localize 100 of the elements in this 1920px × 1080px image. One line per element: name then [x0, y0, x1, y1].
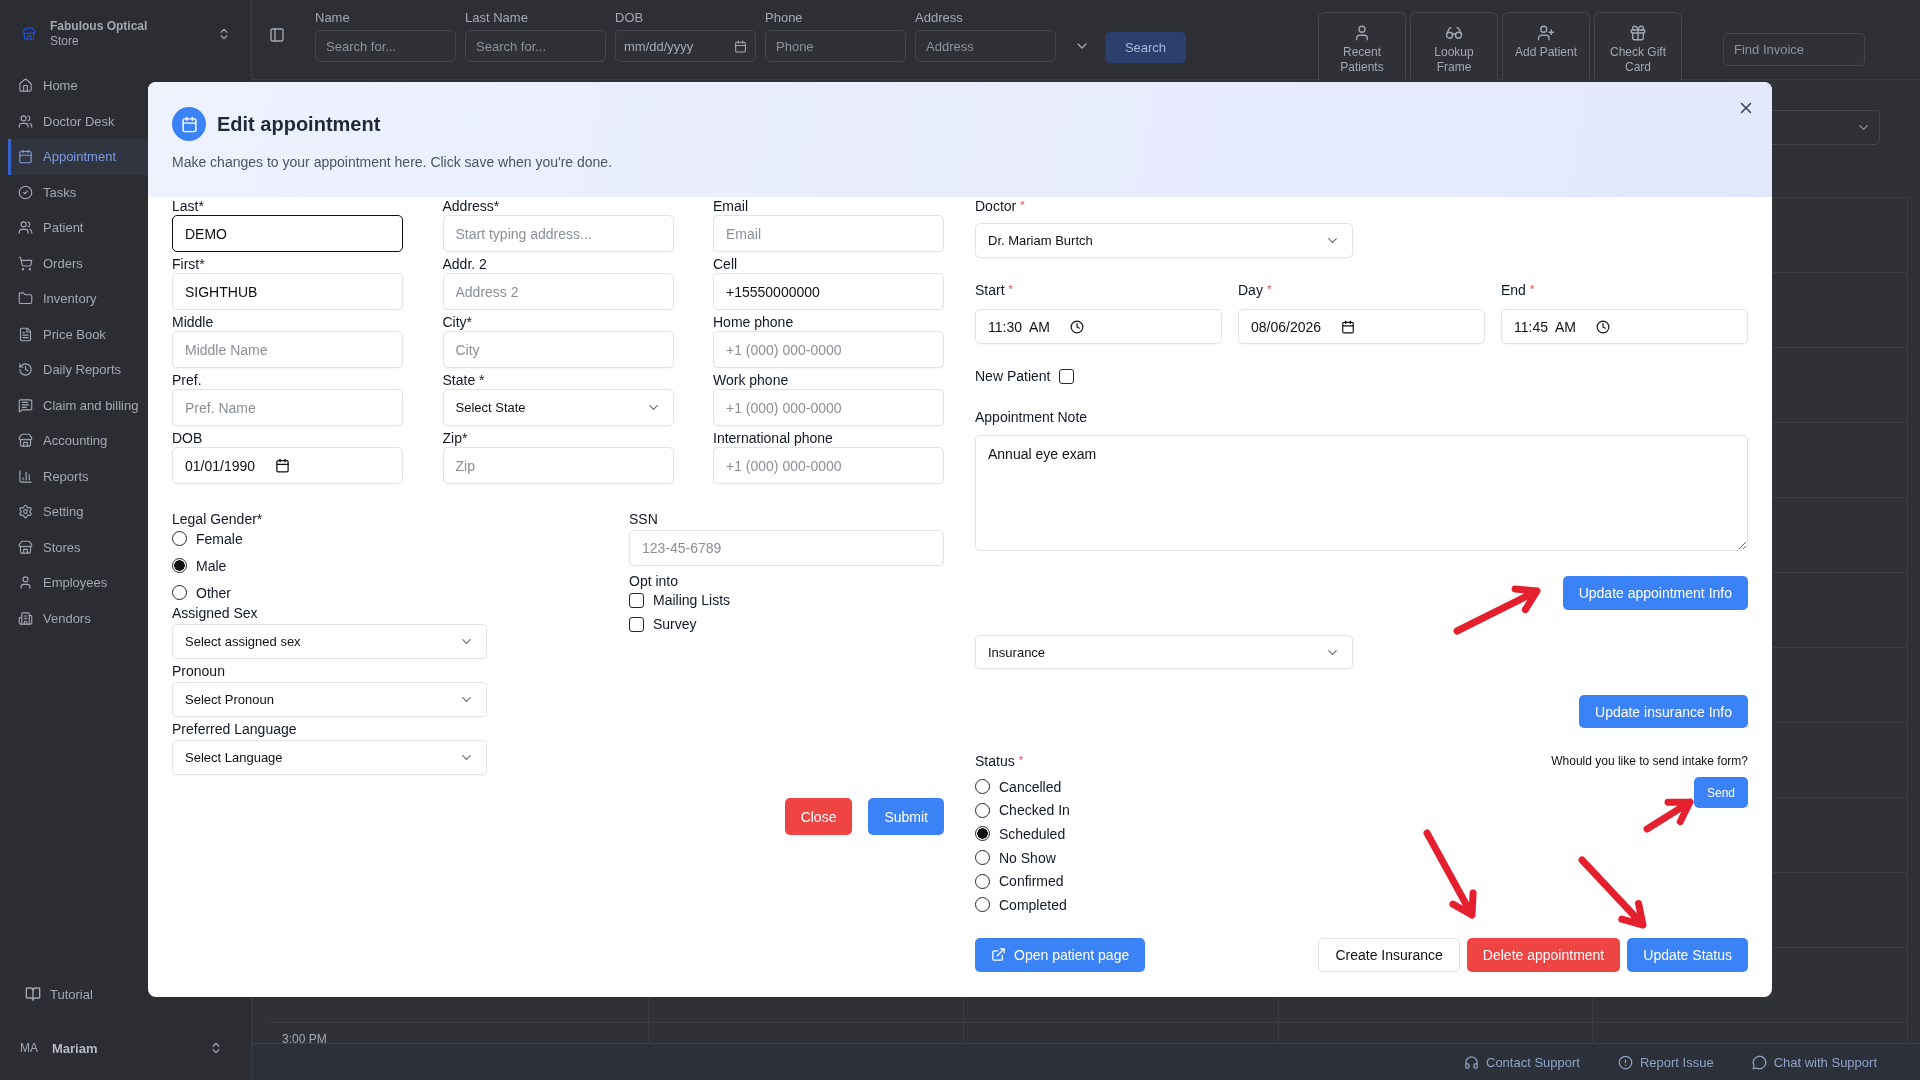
calendar-icon	[734, 39, 747, 53]
option-label: Cancelled	[999, 778, 1062, 795]
field-label: Email	[713, 198, 749, 215]
radio-button[interactable]	[172, 558, 187, 573]
nav-item[interactable]: Home	[8, 68, 243, 104]
option-label: Confirmed	[999, 873, 1064, 890]
radio-button[interactable]	[975, 802, 990, 818]
text-field[interactable]: Address 2	[442, 273, 674, 310]
text-field[interactable]: Zip	[442, 447, 674, 484]
search-field[interactable]: Phone	[765, 30, 906, 62]
search-label: Last Name	[465, 9, 529, 26]
field-label: Day	[1238, 282, 1263, 299]
store-icon	[18, 433, 33, 449]
checkbox[interactable]	[629, 592, 644, 608]
clock-icon	[1070, 319, 1084, 334]
radio-button[interactable]	[975, 779, 990, 795]
text-field[interactable]: +1 (000) 000-0000	[713, 389, 944, 426]
text-field[interactable]: Pref. Name	[172, 389, 403, 426]
send-button[interactable]: Send	[1693, 777, 1748, 808]
text-field[interactable]: DEMO	[172, 215, 403, 252]
chat-icon	[1751, 1054, 1767, 1070]
checkbox[interactable]	[1059, 368, 1075, 384]
folder-icon	[18, 291, 33, 307]
quick-action-button[interactable]: Check Gift Card	[1594, 12, 1682, 80]
radio-button[interactable]	[172, 531, 187, 546]
search-field[interactable]: Search for...	[315, 30, 456, 62]
store-switcher[interactable]: Fabulous Optical Store	[8, 0, 243, 68]
text-field[interactable]: City	[442, 331, 674, 368]
text-field[interactable]: +15550000000	[713, 273, 944, 310]
field-label: Work phone	[713, 372, 790, 389]
support-link[interactable]: Report Issue	[1617, 1054, 1714, 1070]
search-field[interactable]: Address	[915, 30, 1056, 62]
text-field[interactable]: +1 (000) 000-0000	[713, 447, 944, 484]
field-label: Appointment Note	[975, 409, 1089, 426]
field-label: Zip*	[442, 430, 469, 447]
intake-question: Whould you like to send intake form?	[1551, 753, 1748, 770]
chat-icon	[18, 397, 33, 413]
support-link[interactable]: Contact Support	[1464, 1054, 1580, 1070]
text-field[interactable]: 123-45-6789	[629, 530, 944, 566]
user-menu[interactable]: MA Mariam	[8, 1024, 243, 1072]
field-label: New Patient	[975, 367, 1051, 385]
delete-button[interactable]: Delete appointment	[1466, 937, 1621, 972]
radio-button[interactable]	[975, 850, 990, 866]
required-mark: *	[1529, 282, 1535, 296]
create-insurance-button[interactable]: Create Insurance	[1318, 937, 1460, 972]
store-subtitle: Store	[50, 34, 80, 49]
radio-button[interactable]	[975, 826, 990, 842]
doctor-select[interactable]: Dr. Mariam Burtch	[975, 223, 1353, 258]
headset-icon	[1464, 1054, 1479, 1070]
radio-button[interactable]	[975, 873, 990, 889]
open-patient-button[interactable]: Open patient page	[975, 937, 1146, 972]
field-label: Start	[975, 282, 1005, 299]
invoice-search-field[interactable]: Find Invoice	[1723, 33, 1865, 66]
update-appointment-button[interactable]: Update appointment Info	[1562, 576, 1748, 610]
time-field[interactable]: 11:30 AM	[975, 309, 1222, 344]
option-label: Scheduled	[999, 826, 1066, 842]
quick-action-button[interactable]: Add Patient	[1502, 12, 1590, 80]
radio-button[interactable]	[172, 585, 187, 600]
quick-action-button[interactable]: Recent Patients	[1318, 12, 1406, 80]
select-field[interactable]: Select Pronoun	[172, 682, 487, 717]
field-label: Status	[975, 753, 1015, 770]
field-label: DOB	[172, 430, 204, 447]
field-label: Assigned Sex	[172, 605, 259, 622]
external-link-icon	[991, 947, 1006, 963]
select-field[interactable]: Select Language	[172, 740, 487, 775]
required-mark: *	[1266, 282, 1272, 296]
search-button[interactable]: Search	[1105, 32, 1186, 63]
insurance-select[interactable]: Insurance	[975, 635, 1353, 669]
text-field[interactable]: Middle Name	[172, 331, 403, 368]
update-insurance-button[interactable]: Update insurance Info	[1579, 695, 1748, 728]
checkbox[interactable]	[629, 616, 644, 632]
text-field[interactable]: Start typing address...	[442, 215, 674, 252]
close-button[interactable]: Close	[784, 798, 853, 835]
option-label: Other	[196, 584, 231, 601]
option-label: Mailing Lists	[653, 592, 731, 608]
date-field[interactable]: mm/dd/yyyy	[615, 30, 756, 62]
document-icon	[18, 326, 33, 342]
time-field[interactable]: 11:45 AM	[1501, 309, 1748, 344]
date-field[interactable]: 08/06/2026	[1238, 309, 1485, 344]
user-icon	[1353, 24, 1371, 42]
update-status-button[interactable]: Update Status	[1627, 937, 1748, 972]
field-label: Opt into	[629, 573, 680, 590]
quick-action-button[interactable]: Lookup Frame	[1410, 12, 1498, 80]
clock-icon	[1596, 319, 1610, 334]
note-field[interactable]: Annual eye exam	[975, 435, 1748, 551]
submit-button[interactable]: Submit	[868, 798, 944, 835]
glasses-icon	[1445, 24, 1463, 42]
date-field[interactable]: 01/01/1990	[172, 447, 403, 484]
select-field[interactable]: Select assigned sex	[172, 624, 487, 659]
tutorial-link[interactable]: Tutorial	[8, 976, 243, 1012]
text-field[interactable]: SIGHTHUB	[172, 273, 403, 310]
radio-button[interactable]	[975, 897, 990, 913]
support-link[interactable]: Chat with Support	[1751, 1054, 1877, 1070]
field-label: End	[1501, 282, 1526, 299]
gift-icon	[1629, 24, 1647, 42]
text-field[interactable]: Email	[713, 215, 944, 252]
sidebar-toggle-icon[interactable]	[269, 27, 285, 43]
select-field[interactable]: Select State	[442, 389, 674, 426]
search-field[interactable]: Search for...	[465, 30, 606, 62]
text-field[interactable]: +1 (000) 000-0000	[713, 331, 944, 368]
